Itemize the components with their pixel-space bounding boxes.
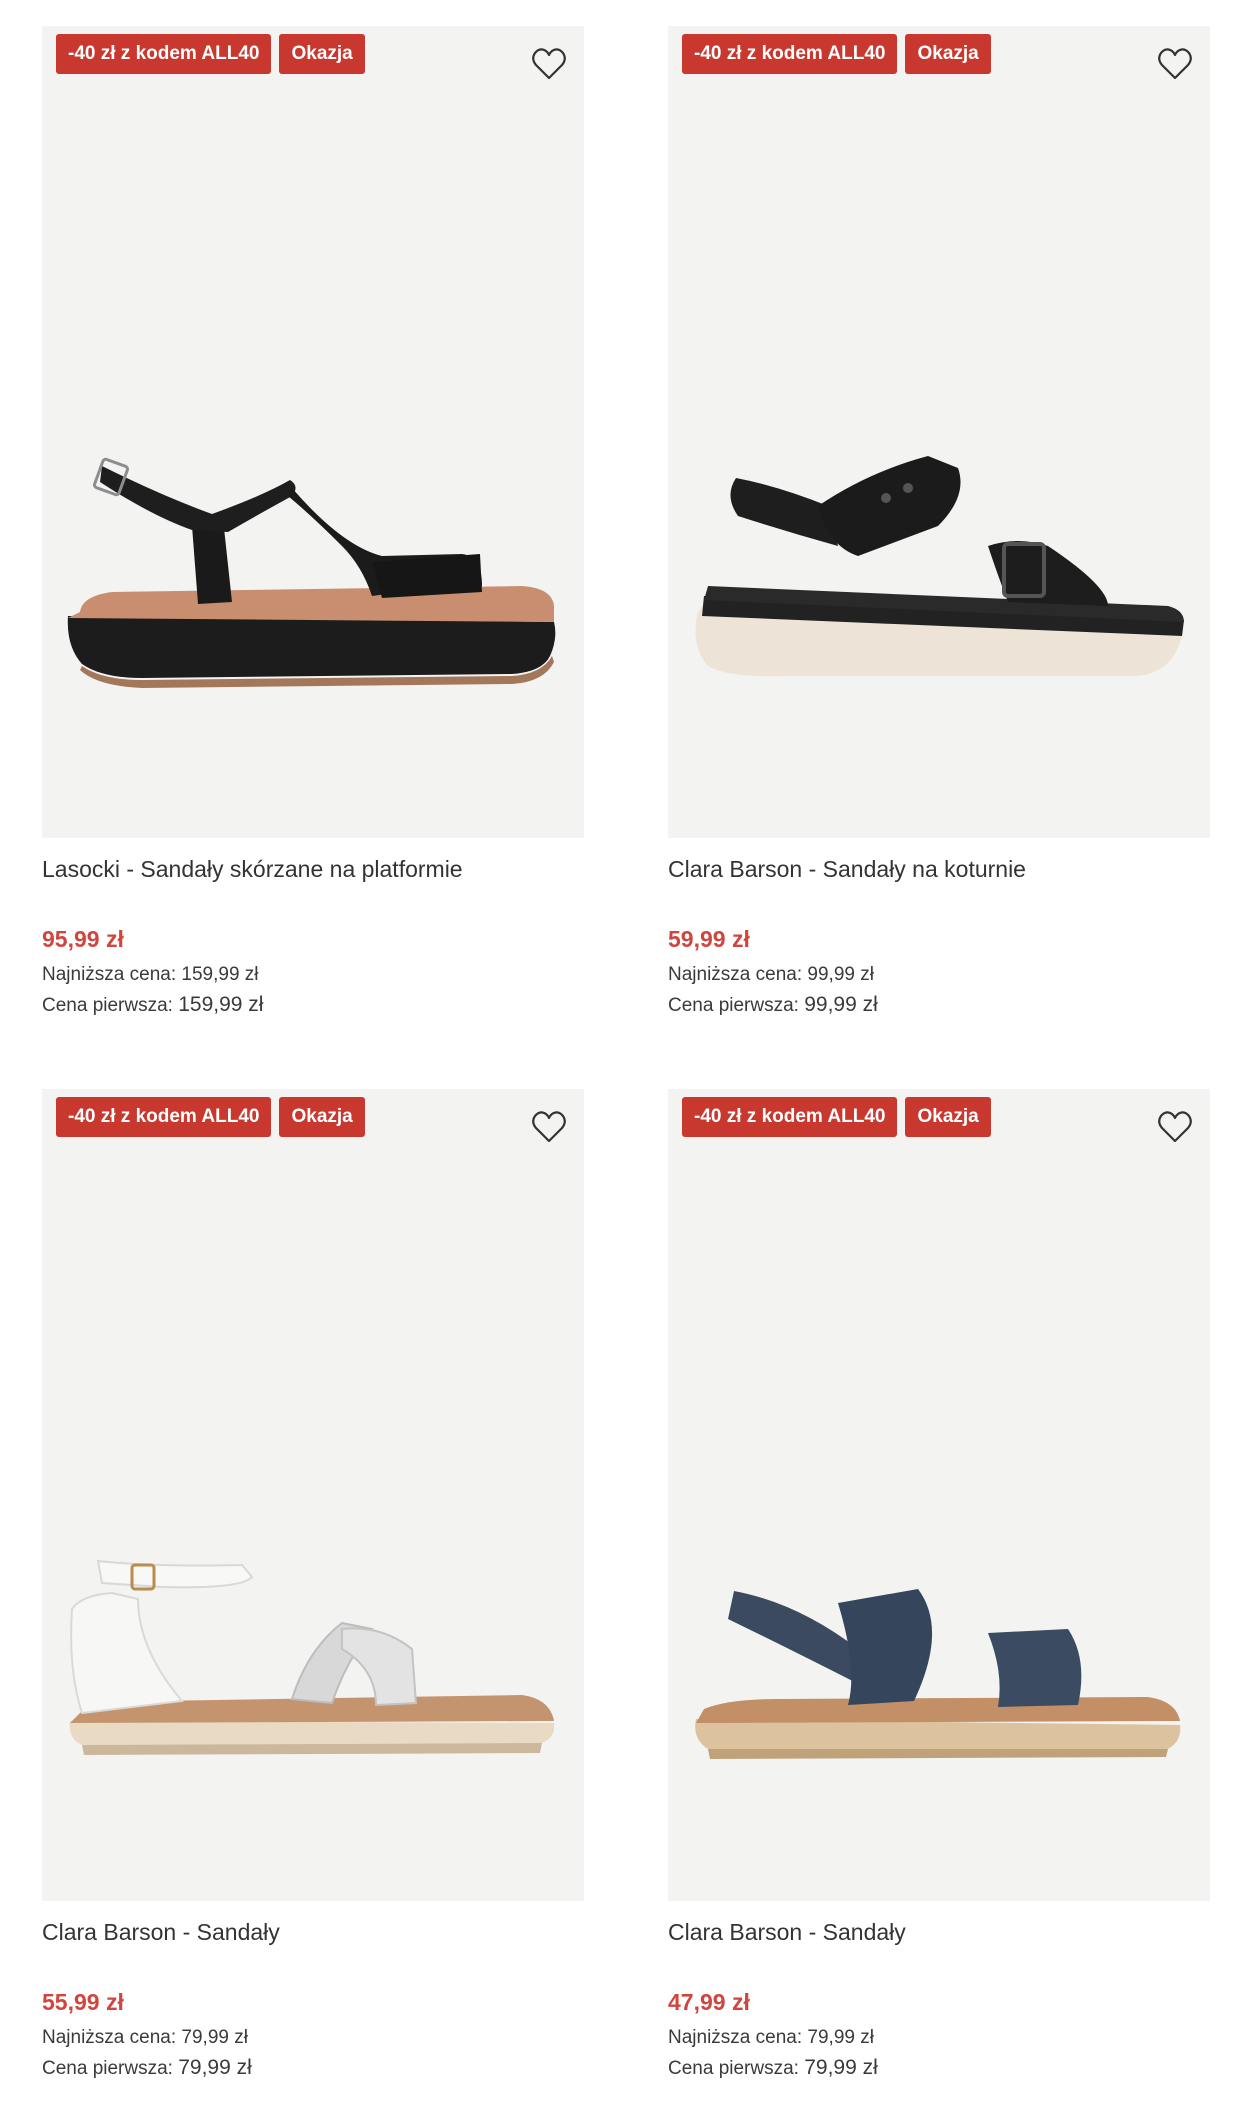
first-price: Cena pierwsza: 99,99 zł [668,990,1210,1021]
black-wedge-sandal-image [695,456,1184,677]
first-price: Cena pierwsza: 79,99 zł [668,2053,1210,2084]
product-title[interactable]: Clara Barson - Sandały [42,1917,584,1947]
product-card[interactable]: -40 zł z kodem ALL40 Okazja Clara Barson… [42,1089,584,2084]
lowest-price-value: 79,99 zł [807,2027,874,2048]
discount-code-badge: -40 zł z kodem ALL40 [682,34,898,74]
product-image[interactable]: -40 zł z kodem ALL40 Okazja [42,26,584,838]
first-price: Cena pierwsza: 159,99 zł [42,990,584,1021]
black-platform-sandal-image [67,457,556,688]
lowest-price-value: 159,99 zł [181,964,259,985]
product-card[interactable]: -40 zł z kodem ALL40 Okazja Lasocki - Sa… [42,26,584,1021]
deal-badge: Okazja [905,34,991,74]
lowest-price: Najniższa cena: 79,99 zł [668,2023,1210,2053]
heart-icon[interactable] [1155,1107,1195,1147]
product-title[interactable]: Lasocki - Sandały skórzane na platformie [42,854,584,884]
discount-code-badge: -40 zł z kodem ALL40 [56,34,272,74]
product-image[interactable]: -40 zł z kodem ALL40 Okazja [42,1089,584,1901]
first-price-value: 79,99 zł [178,2056,252,2079]
heart-icon[interactable] [529,1107,569,1147]
first-price-label: Cena pierwsza: [42,2058,173,2079]
first-price-value: 99,99 zł [804,993,878,1016]
deal-badge: Okazja [279,1097,365,1137]
product-price: 59,99 zł [668,926,750,952]
lowest-price-label: Najniższa cena: [668,964,803,985]
product-title[interactable]: Clara Barson - Sandały na koturnie [668,854,1210,884]
product-price: 55,99 zł [42,1989,124,2015]
navy-strap-sandal-image [695,1589,1181,1759]
product-title[interactable]: Clara Barson - Sandały [668,1917,1210,1947]
first-price: Cena pierwsza: 79,99 zł [42,2053,584,2084]
lowest-price-value: 99,99 zł [807,964,874,985]
discount-code-badge: -40 zł z kodem ALL40 [682,1097,898,1137]
lowest-price: Najniższa cena: 79,99 zł [42,2023,584,2053]
first-price-value: 159,99 zł [178,993,264,1016]
product-card[interactable]: -40 zł z kodem ALL40 Okazja Clara Barson… [668,26,1210,1021]
product-price: 95,99 zł [42,926,124,952]
first-price-value: 79,99 zł [804,2056,878,2079]
lowest-price-label: Najniższa cena: [42,964,177,985]
product-card[interactable]: -40 zł z kodem ALL40 Okazja Clara Barson… [668,1089,1210,2084]
product-price: 47,99 zł [668,1989,750,2015]
product-image[interactable]: -40 zł z kodem ALL40 Okazja [668,26,1210,838]
first-price-label: Cena pierwsza: [668,995,799,1016]
lowest-price-label: Najniższa cena: [42,2027,177,2048]
white-glitter-sandal-image [69,1559,555,1755]
first-price-label: Cena pierwsza: [42,995,173,1016]
deal-badge: Okazja [279,34,365,74]
deal-badge: Okazja [905,1097,991,1137]
product-image[interactable]: -40 zł z kodem ALL40 Okazja [668,1089,1210,1901]
heart-icon[interactable] [1155,44,1195,84]
lowest-price-value: 79,99 zł [181,2027,248,2048]
lowest-price: Najniższa cena: 99,99 zł [668,960,1210,990]
discount-code-badge: -40 zł z kodem ALL40 [56,1097,272,1137]
lowest-price: Najniższa cena: 159,99 zł [42,960,584,990]
lowest-price-label: Najniższa cena: [668,2027,803,2048]
first-price-label: Cena pierwsza: [668,2058,799,2079]
heart-icon[interactable] [529,44,569,84]
